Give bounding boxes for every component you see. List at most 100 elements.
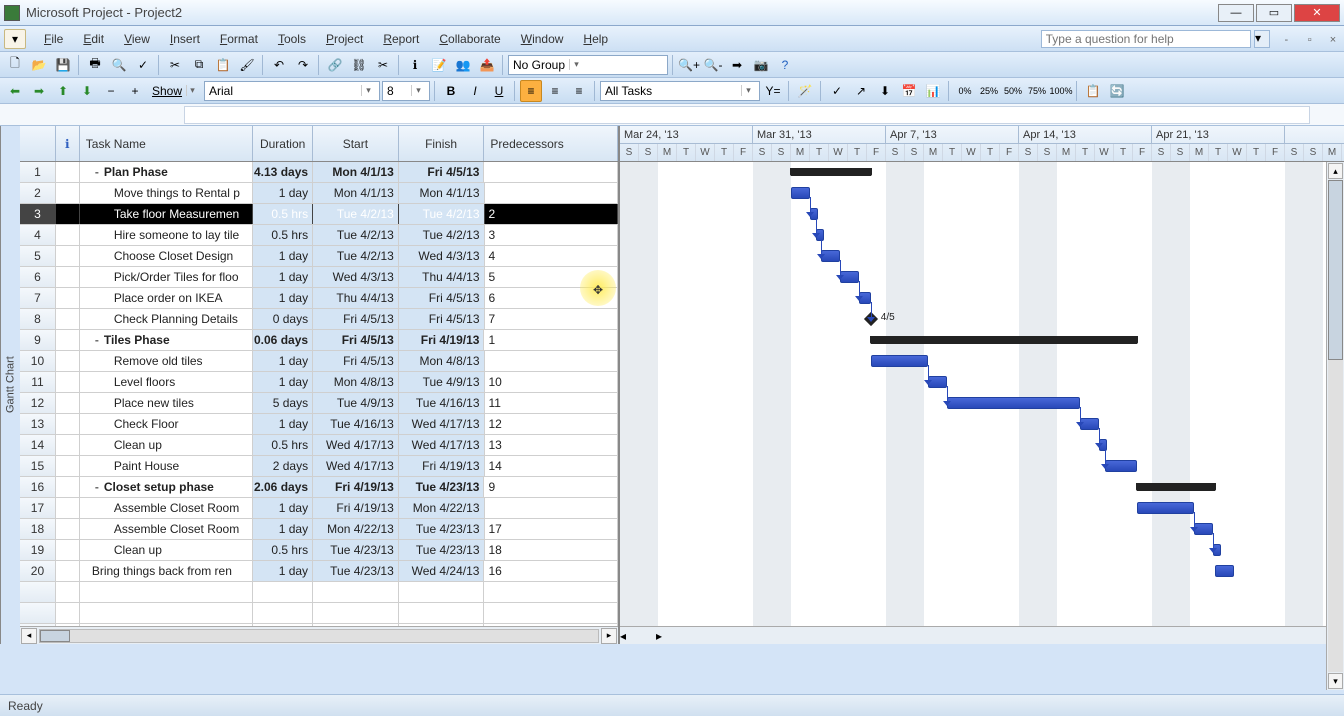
info-cell[interactable] [56,309,80,329]
row-number[interactable]: 4 [20,225,56,245]
finish-cell[interactable]: Fri 4/19/13 [399,456,485,476]
name-cell[interactable]: Place new tiles [80,393,253,413]
menu-insert[interactable]: Insert [160,29,210,49]
row-number[interactable]: 12 [20,393,56,413]
menu-project[interactable]: Project [316,29,373,49]
split-task-icon[interactable]: ✂ [372,54,394,76]
name-cell[interactable]: -Tiles Phase [80,330,253,350]
format-painter-icon[interactable]: 🖌 [236,54,258,76]
finish-cell[interactable]: Tue 4/2/13 [399,225,485,245]
scroll-thumb[interactable] [40,630,70,642]
gantt-bar[interactable] [871,355,928,367]
finish-cell[interactable]: Tue 4/23/13 [399,540,485,560]
start-cell[interactable]: Tue 4/2/13 [313,204,399,224]
finish-cell[interactable]: Mon 4/1/13 [399,183,485,203]
start-cell[interactable]: Tue 4/2/13 [313,225,399,245]
name-cell[interactable]: Move things to Rental p [80,183,253,203]
progress0-icon[interactable]: 0% [954,80,976,102]
row-number[interactable]: 2 [20,183,56,203]
task-row-15[interactable]: 15Paint House2 daysWed 4/17/13Fri 4/19/1… [20,456,618,477]
align-left-icon[interactable]: ≡ [520,80,542,102]
gantt-scroll-right-icon[interactable]: ▸ [656,629,662,643]
menu-help[interactable]: Help [573,29,618,49]
menu-edit[interactable]: Edit [73,29,114,49]
finish-cell[interactable]: Mon 4/22/13 [399,498,485,518]
name-cell[interactable]: Take floor Measuremen [80,204,253,224]
pred-cell[interactable]: 9 [484,477,618,497]
duration-cell[interactable]: 0.5 hrs [253,225,313,245]
pred-cell[interactable]: 18 [485,540,619,560]
finish-cell[interactable]: Wed 4/24/13 [399,561,485,581]
name-cell[interactable]: Pick/Order Tiles for floo [80,267,253,287]
zoom-out-icon[interactable]: 🔍- [702,54,724,76]
row-number[interactable]: 19 [20,540,56,560]
name-cell[interactable]: Hire someone to lay tile [80,225,253,245]
task-row-16[interactable]: 16-Closet setup phase2.06 daysFri 4/19/1… [20,477,618,498]
update-tasks-icon[interactable]: 📋 [1082,80,1104,102]
info-cell[interactable] [56,414,80,434]
show-subtasks-icon[interactable]: + [124,80,146,102]
task-row-12[interactable]: 12Place new tiles5 daysTue 4/9/13Tue 4/1… [20,393,618,414]
row-number[interactable]: 16 [20,477,56,497]
finish-cell[interactable]: Wed 4/17/13 [399,435,485,455]
pred-cell[interactable] [485,351,619,371]
open-icon[interactable]: 📂 [28,54,50,76]
duration-cell[interactable]: 1 day [253,288,313,308]
cut-icon[interactable]: ✂ [164,54,186,76]
task-row-14[interactable]: 14Clean up0.5 hrsWed 4/17/13Wed 4/17/131… [20,435,618,456]
gantt-bar[interactable] [1105,460,1137,472]
task-info-icon[interactable]: ℹ [404,54,426,76]
pred-cell[interactable]: 14 [485,456,619,476]
pred-cell[interactable] [485,183,619,203]
start-cell[interactable]: Fri 4/5/13 [313,351,399,371]
show-outline-down-icon[interactable]: ⬇ [76,80,98,102]
duration-cell[interactable]: 1 day [253,561,313,581]
progress25-icon[interactable]: 25% [978,80,1000,102]
maximize-button[interactable]: ▭ [1256,4,1292,22]
task-row-13[interactable]: 13Check Floor1 dayTue 4/16/13Wed 4/17/13… [20,414,618,435]
filter-combo[interactable]: All Tasks▾ [600,81,760,101]
menu-collaborate[interactable]: Collaborate [429,29,510,49]
finish-cell[interactable]: Tue 4/16/13 [399,393,485,413]
row-number[interactable]: 10 [20,351,56,371]
help-icon[interactable]: ? [774,54,796,76]
goto-task-icon[interactable]: ➡ [726,54,748,76]
row-number[interactable]: 5 [20,246,56,266]
italic-icon[interactable]: I [464,80,486,102]
name-cell[interactable]: Bring things back from ren [80,561,253,581]
gantt-bar[interactable] [791,187,810,199]
row-number[interactable]: 8 [20,309,56,329]
scroll-left-icon[interactable]: ◂ [21,628,37,644]
gantt-bar[interactable] [1137,502,1194,514]
finish-cell[interactable]: Tue 4/23/13 [399,519,485,539]
font-combo[interactable]: Arial▾ [204,81,380,101]
publish-icon[interactable]: 📤 [476,54,498,76]
duration-cell[interactable]: 0.06 days [253,330,313,350]
align-right-icon[interactable]: ≡ [568,80,590,102]
start-cell[interactable]: Tue 4/23/13 [313,561,399,581]
info-cell[interactable] [56,267,80,287]
doc-close[interactable]: × [1326,33,1340,47]
gantt-timescale[interactable]: Mar 24, '13Mar 31, '13Apr 7, '13Apr 14, … [620,126,1344,162]
row-number[interactable]: 14 [20,435,56,455]
task-row-19[interactable]: 19Clean up0.5 hrsTue 4/23/13Tue 4/23/131… [20,540,618,561]
gantt-wizard-icon[interactable]: 🪄 [794,80,816,102]
start-cell[interactable]: Fri 4/5/13 [313,309,399,329]
pred-cell[interactable]: 2 [485,204,619,224]
start-cell[interactable]: Fri 4/19/13 [313,477,399,497]
vscroll-thumb[interactable] [1328,180,1343,360]
pred-cell[interactable] [484,162,618,182]
copy-picture-icon[interactable]: 📷 [750,54,772,76]
finish-cell[interactable]: Wed 4/3/13 [399,246,485,266]
track1-icon[interactable]: ✓ [826,80,848,102]
row-number[interactable]: 7 [20,288,56,308]
menu-format[interactable]: Format [210,29,268,49]
row-number[interactable]: 13 [20,414,56,434]
duration-cell[interactable]: 1 day [253,519,313,539]
duration-cell[interactable]: 5 days [253,393,313,413]
duration-cell[interactable]: 0.5 hrs [253,435,313,455]
progress75-icon[interactable]: 75% [1026,80,1048,102]
task-row-6[interactable]: 6Pick/Order Tiles for floo1 dayWed 4/3/1… [20,267,618,288]
start-cell[interactable]: Fri 4/5/13 [313,330,399,350]
finish-cell[interactable]: Fri 4/5/13 [399,162,485,182]
